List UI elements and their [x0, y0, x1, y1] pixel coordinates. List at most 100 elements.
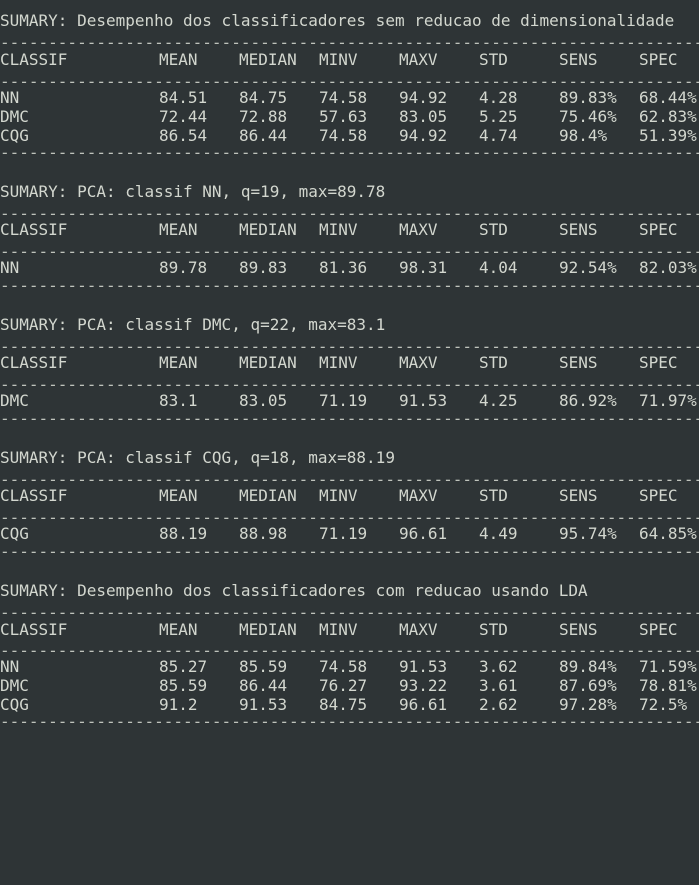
cell-maxv: 83.05 [399, 107, 448, 126]
header-row: CLASSIF MEAN MEDIAN MINV MAXV STD SENS S… [0, 486, 699, 505]
cell-median: 84.75 [239, 88, 288, 107]
summary-title: SUMARY: PCA: classif CQG, q=18, max=88.1… [0, 448, 395, 467]
header-classif: CLASSIF [0, 620, 68, 639]
header-std: STD [479, 620, 508, 639]
cell-maxv: 98.31 [399, 258, 448, 277]
cell-sens: 86.92% [559, 391, 617, 410]
cell-classif: NN [0, 258, 20, 277]
cell-sens: 95.74% [559, 524, 617, 543]
header-spec: SPEC [639, 220, 678, 239]
cell-std: 3.61 [479, 676, 518, 695]
cell-minv: 57.63 [319, 107, 368, 126]
cell-maxv: 96.61 [399, 524, 448, 543]
header-spec: SPEC [639, 50, 678, 69]
cell-mean: 88.19 [159, 524, 208, 543]
table-row: NN 85.27 85.59 74.58 91.53 3.62 89.84% 7… [0, 657, 699, 676]
header-median: MEDIAN [239, 353, 297, 372]
header-mean: MEAN [159, 620, 198, 639]
table-row: DMC 85.59 86.44 76.27 93.22 3.61 87.69% … [0, 676, 699, 695]
header-median: MEDIAN [239, 50, 297, 69]
header-sens: SENS [559, 620, 598, 639]
table-row: NN 89.78 89.83 81.36 98.31 4.04 92.54% 8… [0, 258, 699, 277]
summary-title: SUMARY: PCA: classif DMC, q=22, max=83.1 [0, 315, 386, 334]
cell-sens: 75.46% [559, 107, 617, 126]
header-spec: SPEC [639, 353, 678, 372]
separator: ----------------------------------------… [0, 143, 699, 162]
header-classif: CLASSIF [0, 486, 68, 505]
cell-std: 4.28 [479, 88, 518, 107]
cell-maxv: 94.92 [399, 88, 448, 107]
header-std: STD [479, 353, 508, 372]
cell-minv: 74.58 [319, 657, 368, 676]
summary-title: SUMARY: Desempenho dos classificadores s… [0, 11, 675, 30]
separator: ----------------------------------------… [0, 276, 699, 295]
cell-spec: 71.97% [639, 391, 697, 410]
header-std: STD [479, 486, 508, 505]
cell-std: 5.25 [479, 107, 518, 126]
header-row: CLASSIF MEAN MEDIAN MINV MAXV STD SENS S… [0, 353, 699, 372]
cell-mean: 72.44 [159, 107, 208, 126]
header-maxv: MAXV [399, 220, 438, 239]
cell-median: 88.98 [239, 524, 288, 543]
header-maxv: MAXV [399, 620, 438, 639]
cell-sens: 89.84% [559, 657, 617, 676]
header-mean: MEAN [159, 486, 198, 505]
cell-maxv: 93.22 [399, 676, 448, 695]
header-maxv: MAXV [399, 353, 438, 372]
header-mean: MEAN [159, 50, 198, 69]
header-minv: MINV [319, 620, 358, 639]
header-classif: CLASSIF [0, 353, 68, 372]
header-sens: SENS [559, 353, 598, 372]
cell-spec: 71.59% [639, 657, 697, 676]
header-minv: MINV [319, 486, 358, 505]
table-row: NN 84.51 84.75 74.58 94.92 4.28 89.83% 6… [0, 88, 699, 107]
cell-median: 86.44 [239, 676, 288, 695]
header-row: CLASSIF MEAN MEDIAN MINV MAXV STD SENS S… [0, 620, 699, 639]
separator: ----------------------------------------… [0, 409, 699, 428]
summary-title: SUMARY: Desempenho dos classificadores c… [0, 581, 588, 600]
cell-minv: 74.58 [319, 88, 368, 107]
cell-minv: 76.27 [319, 676, 368, 695]
cell-mean: 83.1 [159, 391, 198, 410]
cell-spec: 64.85% [639, 524, 697, 543]
header-row: CLASSIF MEAN MEDIAN MINV MAXV STD SENS S… [0, 220, 699, 239]
header-sens: SENS [559, 220, 598, 239]
cell-mean: 89.78 [159, 258, 208, 277]
header-minv: MINV [319, 353, 358, 372]
table-row: CQG 88.19 88.98 71.19 96.61 4.49 95.74% … [0, 524, 699, 543]
header-minv: MINV [319, 220, 358, 239]
header-mean: MEAN [159, 353, 198, 372]
cell-mean: 84.51 [159, 88, 208, 107]
header-std: STD [479, 220, 508, 239]
header-classif: CLASSIF [0, 220, 68, 239]
cell-classif: DMC [0, 391, 29, 410]
cell-classif: NN [0, 657, 20, 676]
header-mean: MEAN [159, 220, 198, 239]
header-median: MEDIAN [239, 486, 297, 505]
cell-median: 89.83 [239, 258, 288, 277]
summary-title: SUMARY: PCA: classif NN, q=19, max=89.78 [0, 182, 386, 201]
terminal-output[interactable]: SUMARY: Desempenho dos classificadores s… [0, 0, 699, 731]
table-row: DMC 83.1 83.05 71.19 91.53 4.25 86.92% 7… [0, 391, 699, 410]
cell-median: 83.05 [239, 391, 288, 410]
cell-std: 4.04 [479, 258, 518, 277]
cell-classif: DMC [0, 676, 29, 695]
header-sens: SENS [559, 486, 598, 505]
cell-spec: 82.03% [639, 258, 697, 277]
header-maxv: MAXV [399, 486, 438, 505]
cell-sens: 89.83% [559, 88, 617, 107]
header-sens: SENS [559, 50, 598, 69]
header-maxv: MAXV [399, 50, 438, 69]
cell-sens: 87.69% [559, 676, 617, 695]
header-row: CLASSIF MEAN MEDIAN MINV MAXV STD SENS S… [0, 50, 699, 69]
cell-mean: 85.59 [159, 676, 208, 695]
cell-minv: 81.36 [319, 258, 368, 277]
cell-spec: 68.44% [639, 88, 697, 107]
cell-classif: NN [0, 88, 20, 107]
separator: ----------------------------------------… [0, 542, 699, 561]
header-spec: SPEC [639, 486, 678, 505]
cell-spec: 78.81% [639, 676, 697, 695]
cell-std: 4.25 [479, 391, 518, 410]
cell-sens: 92.54% [559, 258, 617, 277]
header-classif: CLASSIF [0, 50, 68, 69]
